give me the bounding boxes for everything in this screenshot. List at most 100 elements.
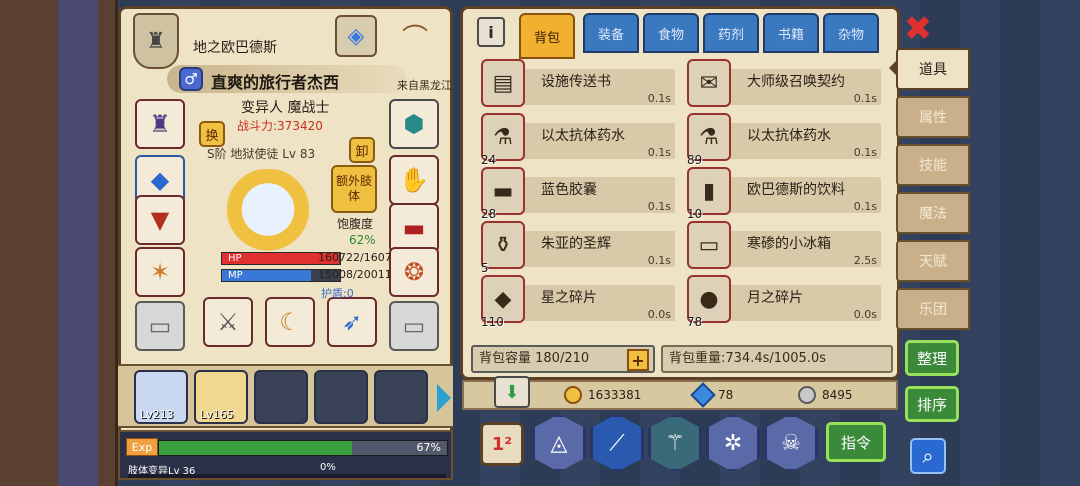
equip-slot-weapon-1[interactable]: ⚔ — [203, 297, 253, 347]
item-time: 2.5s — [853, 254, 877, 267]
party-level: Lv165 — [200, 408, 234, 421]
exp-bar: 67% — [158, 440, 448, 456]
item-time: 0.0s — [647, 308, 671, 321]
sort-button[interactable]: 整理 — [905, 340, 959, 376]
armor-icon: ▼ — [150, 206, 170, 234]
tab-backpack[interactable]: 背包 — [519, 13, 575, 59]
item-time: 0.1s — [853, 146, 877, 159]
party-slot-3[interactable] — [254, 370, 308, 424]
info-button[interactable]: i — [477, 17, 505, 47]
swap-button[interactable]: 换 — [199, 121, 225, 147]
info-icon: i — [488, 22, 494, 42]
side-tab-attributes[interactable]: 属性 — [896, 96, 970, 138]
side-tab-skills[interactable]: 技能 — [896, 144, 970, 186]
silver-amount: 8495 — [822, 388, 853, 402]
side-tab-magic[interactable]: 魔法 — [896, 192, 970, 234]
item-time: 0.1s — [647, 254, 671, 267]
equip-slot-shield[interactable]: ⬢ — [389, 99, 439, 149]
skull-icon[interactable]: ☠ — [764, 414, 818, 472]
satiety-label: 饱腹度 — [337, 217, 374, 231]
item-time: 0.1s — [647, 200, 671, 213]
inventory-item[interactable]: ▬ 蓝色胶囊 0.1s 28 — [479, 167, 675, 221]
inventory-item[interactable]: ◆ 星之碎片 0.0s 110 — [479, 275, 675, 329]
equip-slot-locked-left[interactable]: ▭ — [135, 301, 185, 351]
item-time: 0.0s — [853, 308, 877, 321]
equip-slot-pet[interactable]: ❂ — [389, 247, 439, 297]
amulet-icon: ◆ — [150, 166, 170, 194]
extra-limb-button[interactable]: 额外肢体 — [331, 165, 377, 213]
gold-coin-icon — [564, 386, 582, 404]
party-level: Lv213 — [140, 408, 174, 421]
equip-slot-belt[interactable]: ▬ — [389, 203, 439, 253]
item-time: 0.1s — [853, 92, 877, 105]
inventory-item[interactable]: ● 月之碎片 0.0s 78 — [685, 275, 881, 329]
equip-slot-boots[interactable]: ✶ — [135, 247, 185, 297]
male-gender-icon: ♂ — [179, 67, 203, 91]
inventory-item[interactable]: ▮ 欧巴德斯的饮料 0.1s 10 — [685, 167, 881, 221]
diamond-icon — [690, 382, 716, 408]
tab-potions[interactable]: 药剂 — [703, 13, 759, 53]
limb-mutation-percent: 0% — [320, 462, 336, 473]
equip-slot-helmet[interactable]: ♜ — [135, 99, 185, 149]
teleport-icon[interactable]: ◈ — [335, 15, 377, 57]
gear-badge-icon[interactable]: ✲ — [706, 414, 760, 472]
character-sprite — [213, 169, 323, 259]
inventory-item[interactable]: ⚗ 以太抗体药水 0.1s 89 — [685, 113, 881, 167]
search-icon[interactable]: ⌕ — [910, 438, 946, 474]
inventory-item[interactable]: ▭ 寒碜的小冰箱 2.5s — [685, 221, 881, 269]
party-next-arrow-icon[interactable] — [437, 384, 451, 412]
equip-slot-armor[interactable]: ▼ — [135, 195, 185, 245]
expand-capacity-button[interactable]: + — [627, 349, 649, 371]
equip-slot-locked-right[interactable]: ▭ — [389, 301, 439, 351]
party-slot-1[interactable]: Lv213 — [134, 370, 188, 424]
party-slot-4[interactable] — [314, 370, 368, 424]
side-tab-talent[interactable]: 天赋 — [896, 240, 970, 282]
equip-slot-weapon-3[interactable]: ➶ — [327, 297, 377, 347]
equip-slot-gloves[interactable]: ✋ — [389, 155, 439, 205]
side-tab-items[interactable]: 道具 — [896, 48, 970, 90]
eye-triangle-icon[interactable]: ◬ — [532, 414, 586, 472]
sword-icon: ⚔ — [217, 308, 239, 336]
equip-slot-weapon-2[interactable]: ☾ — [265, 297, 315, 347]
beast-icon: ✶ — [149, 258, 171, 286]
lock-icon: ▭ — [402, 312, 426, 340]
item-name: 以太抗体药水 — [541, 128, 625, 144]
tab-books[interactable]: 书籍 — [763, 13, 819, 53]
party-slot-2[interactable]: Lv165 — [194, 370, 248, 424]
unequip-button[interactable]: 卸 — [349, 137, 375, 163]
shield-icon: ⬢ — [403, 110, 425, 138]
order-button[interactable]: 排序 — [905, 386, 959, 422]
character-title: S阶 地狱使徒 Lv 83 — [207, 147, 316, 161]
realm-crest-icon: ♜ — [133, 13, 179, 69]
character-origin: 来自黑龙江 — [397, 79, 452, 92]
gauntlet-icon: ✋ — [399, 166, 429, 194]
item-time: 0.1s — [647, 92, 671, 105]
tab-food[interactable]: 食物 — [643, 13, 699, 53]
item-time: 0.1s — [853, 200, 877, 213]
command-button[interactable]: 指令 — [826, 422, 886, 462]
experience-area: Exp 67% 肢体变异Lv 36 0% — [118, 430, 453, 480]
combat-power: 战斗力:373420 — [237, 119, 323, 133]
halberd-icon[interactable]: ⚚ — [648, 414, 702, 472]
numbering-icon[interactable]: 1² — [480, 422, 524, 466]
close-icon[interactable]: ✖ — [900, 9, 936, 49]
tab-misc[interactable]: 杂物 — [823, 13, 879, 53]
party-slot-5[interactable] — [374, 370, 428, 424]
inventory-item[interactable]: ▤ 设施传送书 0.1s — [479, 59, 675, 107]
item-name: 大师级召唤契约 — [747, 74, 845, 90]
side-tab-band[interactable]: 乐团 — [896, 288, 970, 330]
inventory-item[interactable]: ⚱ 朱亚的圣辉 0.1s 5 — [479, 221, 675, 275]
inventory-item[interactable]: ✉ 大师级召唤契约 0.1s — [685, 59, 881, 107]
background-left-wall — [0, 0, 118, 486]
item-name: 蓝色胶囊 — [541, 182, 597, 198]
upgrade-arrow-icon[interactable]: ⬇ — [494, 376, 530, 408]
helmet-icon: ♜ — [149, 110, 171, 138]
inventory-item[interactable]: ⚗ 以太抗体药水 0.1s 24 — [479, 113, 675, 167]
tab-equipment[interactable]: 装备 — [583, 13, 639, 53]
hanger-icon[interactable]: ⌒ — [389, 15, 441, 57]
fridge-icon: ▭ — [687, 221, 731, 269]
staff-icon[interactable]: ⟋ — [590, 414, 644, 472]
gold-currency: 1633381 — [564, 386, 641, 404]
realm-name: 地之欧巴德斯 — [193, 40, 277, 56]
silver-coin-icon — [798, 386, 816, 404]
